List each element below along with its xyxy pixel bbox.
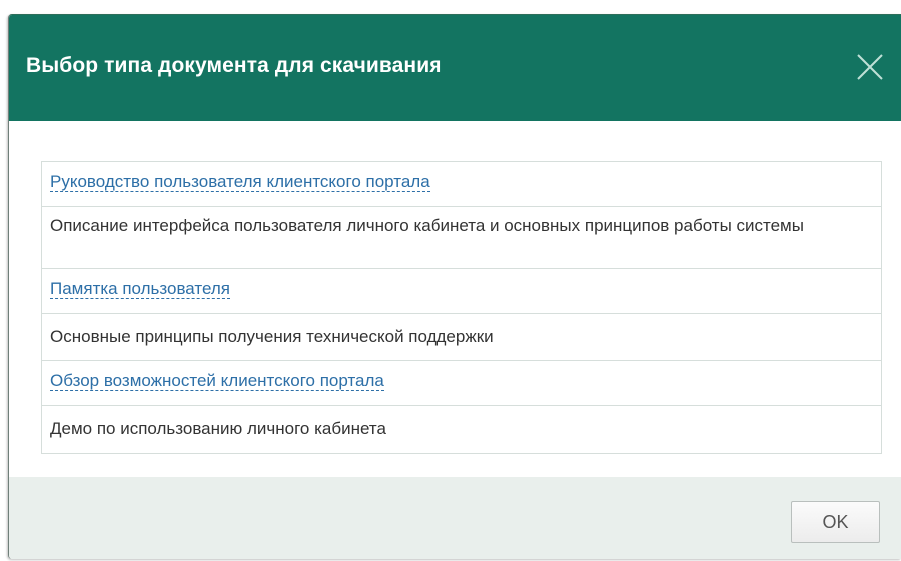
list-item: Руководство пользователя клиентского пор… [42,162,881,207]
document-description: Описание интерфейса пользователя личного… [42,207,881,269]
document-link-portal-overview[interactable]: Обзор возможностей клиентского портала [50,371,384,391]
document-description: Демо по использованию личного кабинета [50,419,386,438]
dialog-title: Выбор типа документа для скачивания [26,54,442,77]
close-icon [857,54,883,80]
document-link-user-guide[interactable]: Руководство пользователя клиентского пор… [50,172,430,192]
dialog-content: Руководство пользователя клиентского пор… [9,121,901,477]
document-list: Руководство пользователя клиентского пор… [41,161,882,454]
ok-button[interactable]: OK [791,501,880,543]
document-link-user-memo[interactable]: Памятка пользователя [50,279,230,299]
download-dialog: Выбор типа документа для скачивания Руко… [8,14,901,559]
close-button[interactable] [855,52,885,82]
dialog-header: Выбор типа документа для скачивания [9,15,901,121]
list-item: Обзор возможностей клиентского портала [42,361,881,406]
dialog-footer: OK [9,477,901,559]
document-description: Основные принципы получения технической … [42,314,881,361]
list-item: Памятка пользователя [42,269,881,314]
